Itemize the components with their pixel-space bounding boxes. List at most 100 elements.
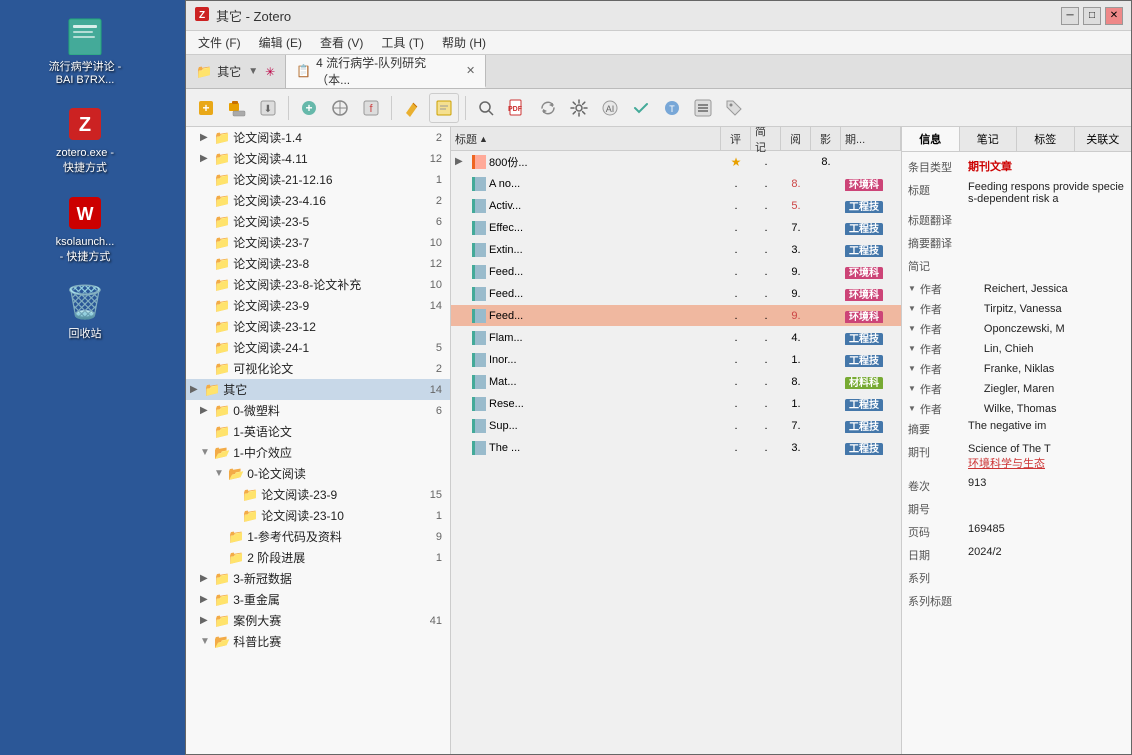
tree-item-read235[interactable]: 📁 论文阅读-23-5 6 [186, 211, 450, 232]
pdf-button[interactable]: PDF [503, 94, 531, 122]
row-expand-1[interactable]: ▶ [455, 156, 469, 167]
maximize-button[interactable]: □ [1083, 7, 1101, 25]
tree-item-viz[interactable]: 📁 可视化论文 2 [186, 358, 450, 379]
desktop-icon-zotero[interactable]: Z zotero.exe -快捷方式 [5, 99, 165, 180]
star-1: ★ [731, 155, 742, 169]
desktop-icon-lecture[interactable]: 流行病学讲论 -BAI B7RX... [5, 10, 165, 91]
list-row-6[interactable]: Feed... . . 9. 环境科 [451, 261, 901, 283]
menu-file[interactable]: 文件 (F) [190, 32, 249, 53]
desktop-icon-wps[interactable]: W ksolaunch...- 快捷方式 [5, 188, 165, 269]
tree-item-read237[interactable]: 📁 论文阅读-23-7 10 [186, 232, 450, 253]
author-expand-2[interactable]: ▼ [908, 304, 916, 313]
more-button[interactable] [689, 94, 717, 122]
right-tab-notes[interactable]: 笔记 [960, 127, 1018, 151]
tree-item-heavymetal[interactable]: ▶ 📁 3-重金属 [186, 589, 450, 610]
list-row-13[interactable]: Sup... . . 7. 工程技 [451, 415, 901, 437]
tab-epidemiology[interactable]: 📋 4 流行病学-队列研究（本... ✕ [286, 55, 486, 88]
sync-button[interactable] [534, 94, 562, 122]
col-header-read[interactable]: 阅 [781, 127, 811, 150]
settings-button[interactable] [565, 94, 593, 122]
fulltext-button[interactable]: f [357, 94, 385, 122]
close-button[interactable]: ✕ [1105, 7, 1123, 25]
add-attachment-button[interactable]: + [295, 94, 323, 122]
tree-item-read238[interactable]: 📁 论文阅读-23-8 12 [186, 253, 450, 274]
list-row-14[interactable]: The ... . . 3. 工程技 [451, 437, 901, 459]
tree-item-plastic[interactable]: ▶ 📁 0-微塑料 6 [186, 400, 450, 421]
tree-item-read2312[interactable]: 📁 论文阅读-23-12 [186, 316, 450, 337]
tree-item-qita[interactable]: ▶ 📁 其它 14 [186, 379, 450, 400]
tree-item-contest[interactable]: ▶ 📁 案例大赛 41 [186, 610, 450, 631]
detail-journal-cn[interactable]: 环境科学与生态 [968, 455, 1125, 471]
minimize-button[interactable]: ─ [1061, 7, 1079, 25]
list-row-4[interactable]: Effec... . . 7. 工程技 [451, 217, 901, 239]
col-header-title[interactable]: 标题 ▲ [451, 127, 721, 150]
author-expand-6[interactable]: ▼ [908, 384, 916, 393]
col-header-rating[interactable]: 评 [721, 127, 751, 150]
tree-item-covid[interactable]: ▶ 📁 3-新冠数据 [186, 568, 450, 589]
col-header-journal[interactable]: 期... [841, 127, 901, 150]
author-expand-1[interactable]: ▼ [908, 284, 916, 293]
menu-edit[interactable]: 编辑 (E) [251, 32, 310, 53]
list-row-7[interactable]: Feed... . . 9. 环境科 [451, 283, 901, 305]
locate-button[interactable] [326, 94, 354, 122]
annotate-button[interactable] [398, 94, 426, 122]
list-row-2[interactable]: A no... . . 8. 环境科 [451, 173, 901, 195]
col-header-note[interactable]: 简记 [751, 127, 781, 150]
folder-icon-mediation: 📂 [214, 445, 230, 461]
tree-count-qita: 14 [430, 384, 446, 396]
toolbar-separator-1 [288, 96, 289, 120]
tab-epidemiology-close[interactable]: ✕ [466, 64, 475, 77]
list-row-12[interactable]: Rese... . . 1. 工程技 [451, 393, 901, 415]
new-collection-button[interactable] [223, 94, 251, 122]
tree-item-read14[interactable]: ▶ 📁 论文阅读-1.4 2 [186, 127, 450, 148]
tree-item-phase2[interactable]: 📁 2 阶段进展 1 [186, 547, 450, 568]
list-cell-attach-1: 8. [811, 156, 841, 168]
tag-button[interactable] [720, 94, 748, 122]
tree-item-read239-sub[interactable]: 📁 论文阅读-23-9 15 [186, 484, 450, 505]
list-row-1[interactable]: ▶ 800份... ★ . 8. [451, 151, 901, 173]
author-expand-7[interactable]: ▼ [908, 404, 916, 413]
tree-item-read241[interactable]: 📁 论文阅读-24-1 5 [186, 337, 450, 358]
menu-view[interactable]: 查看 (V) [312, 32, 371, 53]
author-expand-5[interactable]: ▼ [908, 364, 916, 373]
tree-item-read238sup[interactable]: 📁 论文阅读-23-8-论文补充 10 [186, 274, 450, 295]
right-tab-tags[interactable]: 标签 [1017, 127, 1075, 151]
tab-qita-dropdown-icon[interactable]: ▼ [248, 66, 258, 77]
menu-help[interactable]: 帮助 (H) [434, 32, 494, 53]
tree-item-read239[interactable]: 📁 论文阅读-23-9 14 [186, 295, 450, 316]
author-expand-4[interactable]: ▼ [908, 344, 916, 353]
ai-button[interactable]: AI [596, 94, 624, 122]
tree-item-read2310[interactable]: 📁 论文阅读-23-10 1 [186, 505, 450, 526]
list-row-5[interactable]: Extin... . . 3. 工程技 [451, 239, 901, 261]
tab-qita[interactable]: 📁 其它 ▼ ✳ [186, 55, 286, 88]
tree-item-readpapers[interactable]: ▼ 📂 0-论文阅读 [186, 463, 450, 484]
import-button[interactable]: ⬇ [254, 94, 282, 122]
list-row-3[interactable]: Activ... . . 5. 工程技 [451, 195, 901, 217]
list-cell-note-7: . [751, 288, 781, 300]
tree-item-read23416[interactable]: 📁 论文阅读-23-4.16 2 [186, 190, 450, 211]
tree-item-mediation[interactable]: ▼ 📂 1-中介效应 [186, 442, 450, 463]
tree-item-refcode[interactable]: 📁 1-参考代码及资料 9 [186, 526, 450, 547]
search-button[interactable] [472, 94, 500, 122]
col-header-attach[interactable]: 影 [811, 127, 841, 150]
list-row-10[interactable]: Inor... . . 1. 工程技 [451, 349, 901, 371]
list-row-9[interactable]: Flam... . . 4. 工程技 [451, 327, 901, 349]
list-row-8[interactable]: Feed... . . 9. 环境科 [451, 305, 901, 327]
author-expand-3[interactable]: ▼ [908, 324, 916, 333]
add-note-button[interactable] [430, 94, 458, 122]
desktop-icon-recycle[interactable]: 🗑️ 回收站 [5, 277, 165, 346]
tree-item-popular[interactable]: ▼ 📂 科普比赛 [186, 631, 450, 652]
check-button[interactable] [627, 94, 655, 122]
tree-item-english[interactable]: 📁 1-英语论文 [186, 421, 450, 442]
menu-tools[interactable]: 工具 (T) [373, 32, 432, 53]
tree-item-read211216[interactable]: 📁 论文阅读-21-12.16 1 [186, 169, 450, 190]
author-row-7: ▼ 作者 Wilke, Thomas [908, 400, 1125, 417]
tab-qita-label: 其它 [217, 63, 241, 80]
tree-count-phase2: 1 [436, 552, 446, 564]
right-tab-related[interactable]: 关联文 [1075, 127, 1132, 151]
translate-button[interactable]: T [658, 94, 686, 122]
right-tab-info[interactable]: 信息 [902, 127, 960, 151]
tree-item-read411[interactable]: ▶ 📁 论文阅读-4.11 12 [186, 148, 450, 169]
list-row-11[interactable]: Mat... . . 8. 材料科 [451, 371, 901, 393]
new-item-button[interactable]: + [192, 94, 220, 122]
